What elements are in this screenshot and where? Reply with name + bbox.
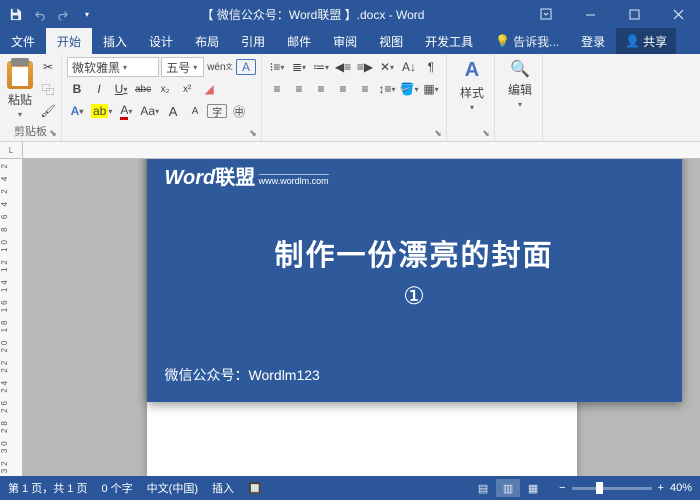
shading-icon[interactable]: 🪣▾ [399, 79, 419, 99]
clear-format-icon[interactable]: ◢ [199, 79, 219, 99]
font-color-icon[interactable]: A▾ [116, 101, 136, 121]
tab-layout[interactable]: 布局 [184, 28, 230, 54]
tab-file[interactable]: 文件 [0, 28, 46, 54]
clipboard-launcher[interactable]: ⬊ [47, 127, 59, 139]
find-icon: 🔍 [510, 59, 530, 79]
format-painter-icon[interactable]: 🖌 [38, 101, 58, 121]
multilevel-icon[interactable]: ≔▾ [311, 57, 331, 77]
view-print-icon[interactable]: ▥ [496, 479, 520, 497]
strike-button[interactable]: abc [133, 79, 153, 99]
decrease-indent-icon[interactable]: ◀≡ [333, 57, 353, 77]
zoom-slider[interactable] [572, 487, 652, 490]
align-right-icon[interactable]: ≡ [311, 79, 331, 99]
redo-icon[interactable] [52, 3, 74, 25]
font-name-combo[interactable]: 微软雅黑▾ [67, 57, 159, 77]
enclose-char-icon[interactable]: ㊥ [229, 101, 249, 121]
bold-button[interactable]: B [67, 79, 87, 99]
text-effects-icon[interactable]: A▾ [67, 101, 87, 121]
status-page[interactable]: 第 1 页，共 1 页 [8, 480, 87, 496]
save-icon[interactable] [4, 3, 26, 25]
zoom-level[interactable]: 40% [670, 482, 692, 494]
font-launcher[interactable]: ⬊ [247, 127, 259, 139]
ruler-vertical[interactable]: 40 38 36 34 32 30 28 26 24 22 20 18 16 1… [0, 159, 23, 476]
brand-logo: WWord联盟ord联盟 [165, 167, 256, 189]
paste-button[interactable]: 粘贴 ▾ [5, 57, 35, 122]
cover-title: 制作一份漂亮的封面 [165, 232, 664, 274]
tab-insert[interactable]: 插入 [92, 28, 138, 54]
ruler-horizontal[interactable] [23, 142, 700, 159]
ruler-corner: L [0, 142, 23, 159]
justify-icon[interactable]: ≡ [333, 79, 353, 99]
view-web-icon[interactable]: ▦ [521, 479, 545, 497]
tab-developer[interactable]: 开发工具 [414, 28, 484, 54]
font-size-combo[interactable]: 五号▾ [161, 57, 204, 77]
close-icon[interactable] [656, 0, 700, 28]
copy-icon[interactable]: ⿻ [38, 79, 58, 99]
tab-review[interactable]: 审阅 [322, 28, 368, 54]
cut-icon[interactable]: ✂ [38, 57, 58, 77]
styles-icon: A [465, 59, 479, 82]
phonetic-guide-icon[interactable]: wén文 [206, 57, 234, 77]
qat-more-icon[interactable]: ▾ [76, 3, 98, 25]
distribute-icon[interactable]: ≡ [355, 79, 375, 99]
tab-view[interactable]: 视图 [368, 28, 414, 54]
asian-layout-icon[interactable]: ✕▾ [377, 57, 397, 77]
grow-font-icon[interactable]: A [163, 101, 183, 121]
increase-indent-icon[interactable]: ≡▶ [355, 57, 375, 77]
char-border-icon[interactable]: A [236, 59, 256, 75]
status-words[interactable]: 0 个字 [101, 480, 132, 496]
align-left-icon[interactable]: ≡ [267, 79, 287, 99]
cover-image: WWord联盟ord联盟 www.wordlm.com 制作一份漂亮的封面 ① … [147, 159, 682, 402]
cover-footer: 微信公众号：Wordlm123 [165, 365, 320, 385]
tab-tellme[interactable]: 💡告诉我... [484, 28, 570, 54]
styles-launcher[interactable]: ⬊ [480, 127, 492, 139]
show-marks-icon[interactable]: ¶ [421, 57, 441, 77]
view-read-icon[interactable]: ▤ [471, 479, 495, 497]
bullets-icon[interactable]: ⁝≡▾ [267, 57, 287, 77]
minimize-icon[interactable] [568, 0, 612, 28]
change-case-icon[interactable]: Aa▾ [138, 101, 161, 121]
zoom-out-icon[interactable]: − [559, 482, 565, 494]
align-center-icon[interactable]: ≡ [289, 79, 309, 99]
zoom-in-icon[interactable]: + [658, 482, 664, 494]
status-record-icon[interactable]: 🔲 [248, 482, 262, 495]
document-area[interactable]: WWord联盟ord联盟 www.wordlm.com 制作一份漂亮的封面 ① … [23, 159, 700, 476]
tab-share[interactable]: 👤共享 [616, 28, 676, 54]
sort-icon[interactable]: A↓ [399, 57, 419, 77]
page[interactable]: WWord联盟ord联盟 www.wordlm.com 制作一份漂亮的封面 ① … [147, 159, 577, 476]
editing-button[interactable]: 🔍 编辑 ▾ [500, 57, 540, 111]
window-title: 【 微信公众号：Word联盟 】.docx - Word [102, 6, 524, 23]
status-lang[interactable]: 中文(中国) [147, 480, 198, 496]
line-spacing-icon[interactable]: ↕≡▾ [377, 79, 397, 99]
paragraph-launcher[interactable]: ⬊ [432, 127, 444, 139]
styles-button[interactable]: A 样式 ▾ [452, 57, 492, 114]
underline-button[interactable]: U▾ [111, 79, 131, 99]
shrink-font-icon[interactable]: A [185, 101, 205, 121]
maximize-icon[interactable] [612, 0, 656, 28]
subscript-button[interactable]: x₂ [155, 79, 175, 99]
tab-mailings[interactable]: 邮件 [276, 28, 322, 54]
tab-login[interactable]: 登录 [570, 28, 616, 54]
status-insert[interactable]: 插入 [212, 480, 234, 496]
tab-design[interactable]: 设计 [138, 28, 184, 54]
borders-icon[interactable]: ▦▾ [421, 79, 441, 99]
italic-button[interactable]: I [89, 79, 109, 99]
paste-icon [7, 61, 33, 89]
ribbon-options-icon[interactable] [524, 0, 568, 28]
superscript-button[interactable]: x² [177, 79, 197, 99]
cover-number: ① [165, 282, 664, 311]
char-shading-icon[interactable]: 字 [207, 104, 227, 118]
tab-home[interactable]: 开始 [46, 28, 92, 54]
brand-url: www.wordlm.com [259, 174, 329, 186]
numbering-icon[interactable]: ≣▾ [289, 57, 309, 77]
tab-references[interactable]: 引用 [230, 28, 276, 54]
highlight-icon[interactable]: ab▾ [89, 101, 114, 121]
undo-icon[interactable] [28, 3, 50, 25]
